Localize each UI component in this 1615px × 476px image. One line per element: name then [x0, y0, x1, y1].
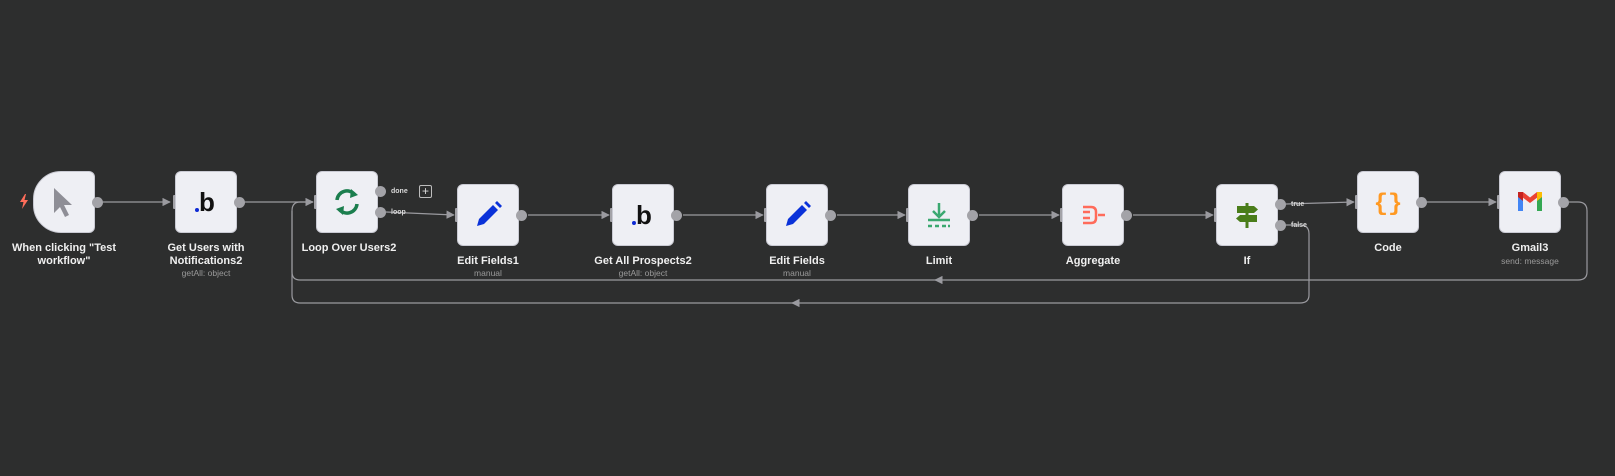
port-label-done: done [391, 188, 408, 195]
node-label: Get Users with Notifications2 [167, 242, 245, 267]
node-aggregate[interactable] [1062, 184, 1124, 246]
getusers-output-handle[interactable] [234, 197, 245, 208]
node-subtitle: send: message [1501, 256, 1559, 266]
bubble-b-icon: b [195, 187, 215, 217]
aggregate-icon [1083, 205, 1105, 225]
node-label: Edit Fields1 [457, 255, 519, 267]
node-label: Get All Prospects2 [594, 255, 692, 267]
signpost-icon [1236, 203, 1258, 228]
braces-icon: {} [1374, 191, 1403, 217]
svg-text:{}: {} [1374, 191, 1403, 217]
node-label: Limit [925, 255, 953, 267]
node-edit-fields[interactable] [766, 184, 828, 246]
node-label: When clicking "Test workflow" [11, 242, 117, 267]
node-manual-trigger[interactable] [33, 171, 95, 233]
node-subtitle: getAll: object [181, 268, 231, 278]
node-label: If [1243, 255, 1251, 267]
node-label: Gmail3 [1511, 242, 1549, 254]
if-false-handle[interactable] [1275, 220, 1286, 231]
node-label: Code [1374, 242, 1402, 254]
gmail-output-handle[interactable] [1558, 197, 1569, 208]
node-code[interactable]: {} [1357, 171, 1419, 233]
pencil-icon [786, 201, 811, 226]
limit-icon [928, 203, 950, 228]
limit-output-handle[interactable] [967, 210, 978, 221]
loop-done-handle[interactable] [375, 186, 386, 197]
edit-output-handle[interactable] [825, 210, 836, 221]
add-node-button[interactable]: + [419, 185, 432, 198]
node-label: Loop Over Users2 [301, 242, 397, 254]
pencil-icon [477, 201, 502, 226]
trigger-output-handle[interactable] [92, 197, 103, 208]
node-loop-over-users[interactable] [316, 171, 378, 233]
edit1-output-handle[interactable] [516, 210, 527, 221]
node-gmail[interactable] [1499, 171, 1561, 233]
node-subtitle: manual [783, 268, 811, 278]
node-get-users[interactable]: b [175, 171, 237, 233]
aggregate-output-handle[interactable] [1121, 210, 1132, 221]
node-limit[interactable] [908, 184, 970, 246]
gmail-icon [1518, 192, 1542, 211]
prospects-output-handle[interactable] [671, 210, 682, 221]
node-subtitle: getAll: object [618, 268, 668, 278]
code-output-handle[interactable] [1416, 197, 1427, 208]
loop-arrows-icon [335, 189, 359, 215]
svg-text:b: b [636, 200, 652, 230]
if-true-handle[interactable] [1275, 199, 1286, 210]
svg-text:b: b [199, 187, 215, 217]
node-edit-fields1[interactable] [457, 184, 519, 246]
port-label-true: true [1291, 201, 1305, 208]
node-label: Aggregate [1065, 255, 1121, 267]
node-if[interactable] [1216, 184, 1278, 246]
lightning-icon [20, 194, 28, 209]
cursor-icon [54, 188, 72, 217]
node-label: Edit Fields [769, 255, 825, 267]
bubble-b-icon: b [632, 200, 652, 230]
port-label-loop: loop [391, 209, 406, 216]
loop-loop-handle[interactable] [375, 207, 386, 218]
node-get-all-prospects[interactable]: b [612, 184, 674, 246]
node-subtitle: manual [474, 268, 502, 278]
port-label-false: false [1291, 222, 1307, 229]
workflow-canvas[interactable]: When clicking "Test workflow" b Get User… [0, 0, 1615, 476]
